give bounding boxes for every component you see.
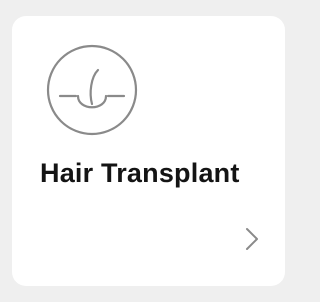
service-card[interactable]: Hair Transplant [12,16,285,286]
card-title: Hair Transplant [40,158,240,188]
hair-follicle-icon [46,44,138,136]
chevron-right-icon[interactable] [243,226,261,252]
